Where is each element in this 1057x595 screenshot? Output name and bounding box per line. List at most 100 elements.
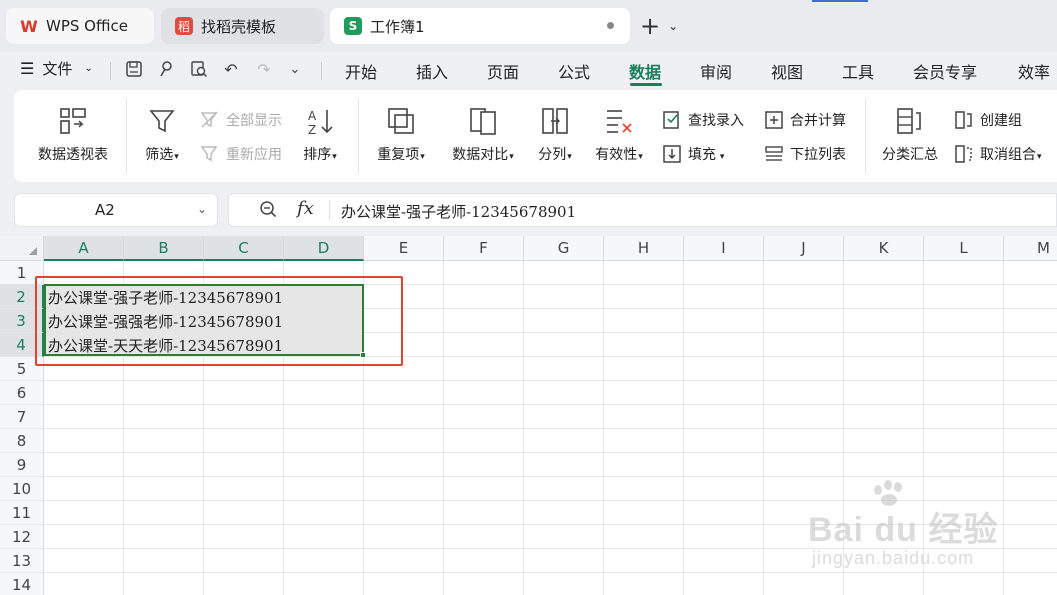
column-header-e[interactable]: E xyxy=(364,236,444,261)
menu-view[interactable]: 视图 xyxy=(771,59,803,83)
ribbon: 数据透视表 筛选▾ 全部显示 重新应用 AZ 排序▾ 重复项▾ 数据对比▾ 分列… xyxy=(14,90,1057,182)
row-header-6[interactable]: 6 xyxy=(0,381,44,405)
gridline xyxy=(44,404,1057,405)
split-column-button[interactable]: 分列▾ xyxy=(532,106,578,164)
gridline xyxy=(44,524,1057,525)
column-header-l[interactable]: L xyxy=(924,236,1004,261)
divider xyxy=(126,98,127,174)
pivot-table-button[interactable]: 数据透视表 xyxy=(36,106,110,164)
data-compare-button[interactable]: 数据对比▾ xyxy=(444,106,522,164)
fill-label: 填充 ▾ xyxy=(688,147,725,163)
row-header-9[interactable]: 9 xyxy=(0,453,44,477)
menu-review[interactable]: 审阅 xyxy=(700,59,732,83)
column-header-g[interactable]: G xyxy=(524,236,604,261)
row-header-8[interactable]: 8 xyxy=(0,429,44,453)
lookup-entry-button[interactable]: 查找录入 xyxy=(662,110,744,130)
menu-tools[interactable]: 工具 xyxy=(842,59,874,83)
svg-text:Z: Z xyxy=(308,123,316,136)
file-menu-button[interactable]: ☰ 文件 ⌄ xyxy=(20,58,93,79)
filter-button[interactable]: 筛选▾ xyxy=(138,106,186,164)
pivot-table-icon xyxy=(60,108,86,134)
column-header-k[interactable]: K xyxy=(844,236,924,261)
gridline xyxy=(44,500,1057,501)
svg-text:A: A xyxy=(308,109,317,123)
column-header-m[interactable]: M xyxy=(1004,236,1057,261)
validity-icon xyxy=(607,110,632,133)
column-header-i[interactable]: I xyxy=(684,236,764,261)
subtotal-button[interactable]: 分类汇总 xyxy=(878,106,942,164)
menu-efficiency[interactable]: 效率 xyxy=(1018,59,1050,83)
tab-wps-office[interactable]: W WPS Office xyxy=(6,8,154,44)
merge-calc-button[interactable]: 合并计算 xyxy=(764,110,846,130)
tab-workbook[interactable]: S 工作簿1 xyxy=(330,8,630,44)
menu-icon: ☰ xyxy=(20,59,35,78)
row-header-14[interactable]: 14 xyxy=(0,573,44,595)
chevron-down-icon[interactable]: ⌄ xyxy=(284,58,306,80)
show-all-button[interactable]: 全部显示 xyxy=(200,110,282,130)
menu-page[interactable]: 页面 xyxy=(487,59,519,83)
gridline xyxy=(44,452,1057,453)
format-painter-icon[interactable] xyxy=(155,58,177,80)
tab-label: 找稻壳模板 xyxy=(201,17,277,36)
menu-member[interactable]: 会员专享 xyxy=(913,59,977,83)
reapply-label: 重新应用 xyxy=(226,147,282,163)
dropdown-list-button[interactable]: 下拉列表 xyxy=(764,144,846,164)
menu-formula[interactable]: 公式 xyxy=(558,59,590,83)
spreadsheet-grid[interactable]: A B C D E F G H I J K L M 1 2 3 4 5 6 7 … xyxy=(0,236,1057,595)
column-header-f[interactable]: F xyxy=(444,236,524,261)
row-header-7[interactable]: 7 xyxy=(0,405,44,429)
validity-button[interactable]: 有效性▾ xyxy=(588,106,650,164)
undo-icon[interactable]: ↶ xyxy=(220,58,242,80)
create-group-button[interactable]: 创建组 xyxy=(954,110,1022,130)
duplicates-button[interactable]: 重复项▾ xyxy=(370,106,432,164)
reapply-button[interactable]: 重新应用 xyxy=(200,144,282,164)
filter-icon xyxy=(149,110,175,133)
column-header-d[interactable]: D xyxy=(284,236,364,261)
row-header-12[interactable]: 12 xyxy=(0,525,44,549)
fx-icon[interactable]: fx xyxy=(297,198,314,219)
unsaved-dot-icon[interactable] xyxy=(607,22,614,29)
save-icon[interactable] xyxy=(123,58,145,80)
tab-bar: W WPS Office 稻 找稻壳模板 S 工作簿1 + ⌄ xyxy=(0,0,1057,52)
column-header-j[interactable]: J xyxy=(764,236,844,261)
column-header-a[interactable]: A xyxy=(44,236,124,261)
gridline xyxy=(44,572,1057,573)
subtotal-label: 分类汇总 xyxy=(882,147,938,163)
ungroup-button[interactable]: 取消组合▾ xyxy=(954,144,1042,164)
column-header-b[interactable]: B xyxy=(124,236,204,261)
duplicates-icon xyxy=(388,108,414,134)
menu-bar: ☰ 文件 ⌄ ↶ ↷ ⌄ 开始 插入 页面 公式 数据 审阅 视图 工具 会员专… xyxy=(0,52,1057,88)
duplicates-label: 重复项▾ xyxy=(377,147,425,163)
formula-bar[interactable]: fx 办公课堂-强子老师-12345678901 xyxy=(228,193,1057,227)
chevron-down-icon[interactable]: ⌄ xyxy=(668,19,678,33)
menu-home[interactable]: 开始 xyxy=(345,59,377,83)
divider xyxy=(110,62,111,80)
menu-data[interactable]: 数据 xyxy=(629,59,661,83)
gridline xyxy=(44,548,1057,549)
name-box[interactable]: A2 ⌄ xyxy=(14,193,218,227)
sort-button[interactable]: AZ 排序▾ xyxy=(298,106,342,164)
create-group-label: 创建组 xyxy=(980,113,1022,129)
row-header-13[interactable]: 13 xyxy=(0,549,44,573)
plus-icon[interactable]: + xyxy=(640,12,660,40)
chevron-down-icon: ⌄ xyxy=(84,63,93,74)
select-all-corner[interactable] xyxy=(0,236,44,261)
row-header-11[interactable]: 11 xyxy=(0,501,44,525)
print-preview-icon[interactable] xyxy=(188,58,210,80)
column-header-c[interactable]: C xyxy=(204,236,284,261)
highlight-annotation-box xyxy=(35,276,403,366)
wps-logo-icon: W xyxy=(20,16,38,36)
tab-template[interactable]: 稻 找稻壳模板 xyxy=(161,8,324,44)
row-header-10[interactable]: 10 xyxy=(0,477,44,501)
fill-button[interactable]: 填充 ▾ xyxy=(662,144,724,164)
reapply-icon xyxy=(200,146,218,162)
name-box-value: A2 xyxy=(95,201,115,219)
menu-insert[interactable]: 插入 xyxy=(416,59,448,83)
formula-content[interactable]: 办公课堂-强子老师-12345678901 xyxy=(341,201,576,222)
column-header-h[interactable]: H xyxy=(604,236,684,261)
chevron-down-icon[interactable]: ⌄ xyxy=(197,202,207,216)
subtotal-icon xyxy=(897,108,921,134)
redo-icon[interactable]: ↷ xyxy=(253,58,275,80)
zoom-icon[interactable] xyxy=(259,200,277,222)
daoke-logo-icon: 稻 xyxy=(175,17,193,35)
